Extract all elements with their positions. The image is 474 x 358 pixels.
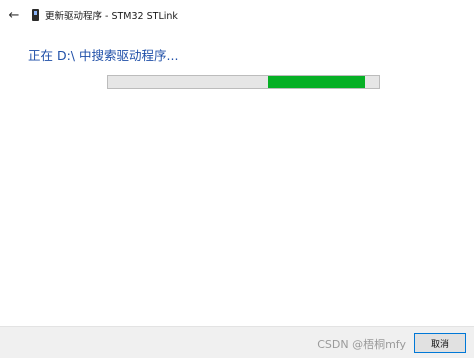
back-button[interactable]: ← [3,4,25,26]
device-icon [32,9,39,21]
footer-bar: CSDN @梧桐mfy 取消 [0,326,474,358]
window-title: 更新驱动程序 - STM32 STLink [45,11,178,22]
back-arrow-icon: ← [8,7,20,23]
progress-fill [267,76,366,88]
watermark-text: CSDN @梧桐mfy [317,338,406,351]
search-status-heading: 正在 D:\ 中搜索驱动程序... [28,48,179,63]
progress-bar [107,75,380,89]
title-bar: ← 更新驱动程序 - STM32 STLink [0,0,474,30]
cancel-button[interactable]: 取消 [414,333,466,353]
